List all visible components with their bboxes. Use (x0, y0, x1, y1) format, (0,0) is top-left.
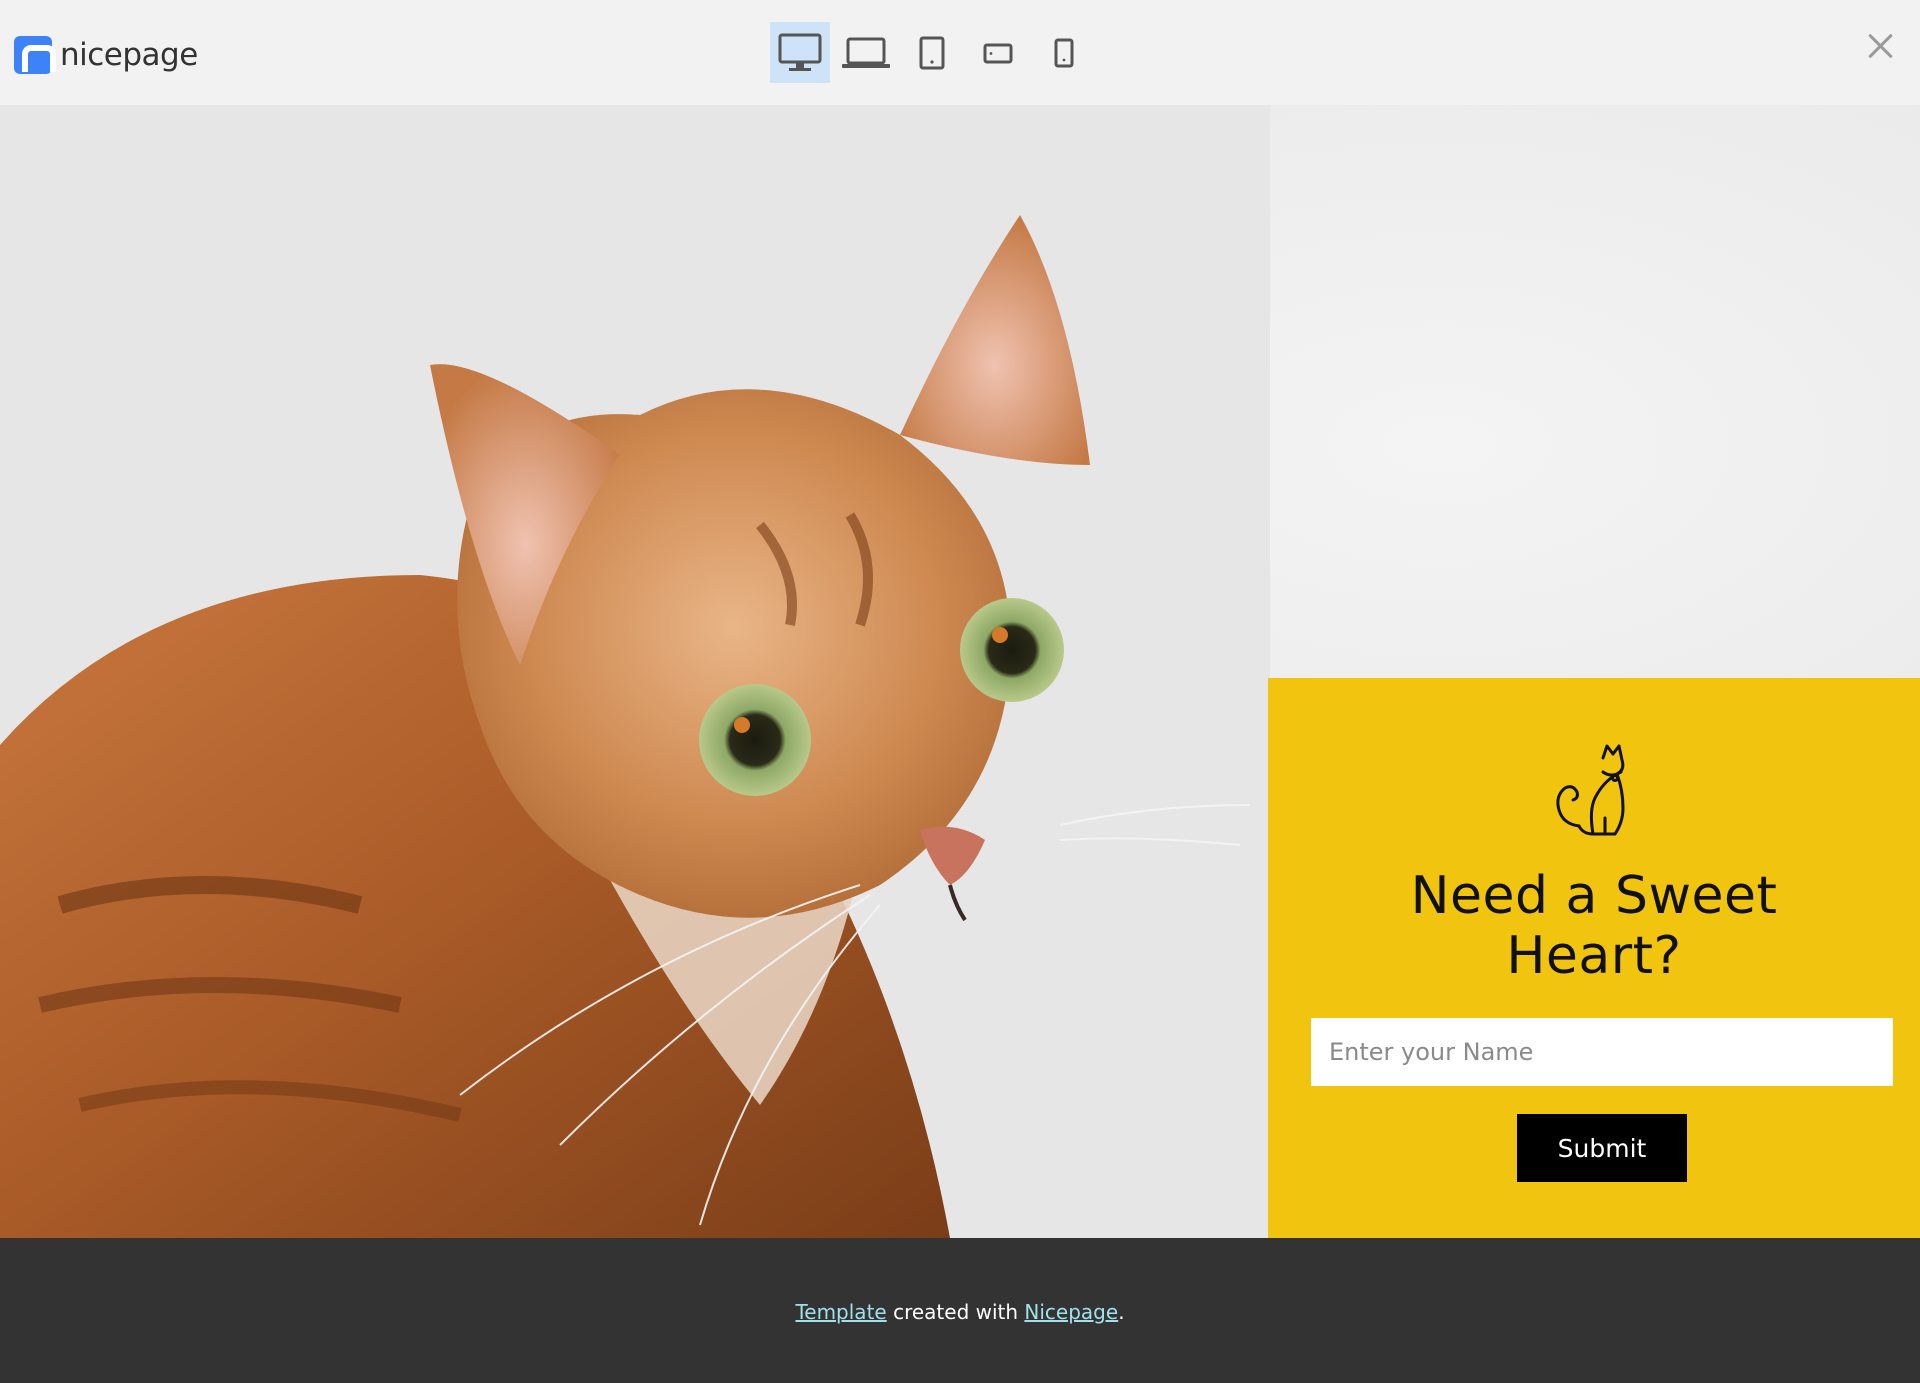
submit-button[interactable]: Submit (1517, 1114, 1687, 1182)
card-title-line-1: Need a Sweet (1410, 866, 1778, 926)
footer-end-text: . (1118, 1300, 1125, 1324)
phone-landscape-view-button[interactable] (968, 22, 1028, 83)
card-title: Need a Sweet Heart? (1268, 866, 1920, 986)
cat-photo (0, 105, 1270, 1238)
laptop-icon (842, 37, 890, 68)
device-switcher (770, 22, 1100, 83)
tablet-portrait-icon (919, 36, 945, 69)
laptop-view-button[interactable] (836, 22, 896, 83)
tablet-view-button[interactable] (902, 22, 962, 83)
cat-icon (1556, 744, 1625, 836)
phone-landscape-icon (983, 43, 1013, 63)
footer-middle-text: created with (886, 1300, 1025, 1324)
hero-section: Need a Sweet Heart? Submit (0, 105, 1920, 1238)
desktop-monitor-icon (778, 33, 822, 71)
template-link[interactable]: Template (795, 1300, 886, 1324)
nicepage-logo[interactable]: nicepage (14, 36, 198, 74)
nicepage-logo-icon (14, 36, 56, 74)
brand-name: nicepage (60, 37, 198, 73)
name-input[interactable] (1311, 1018, 1893, 1086)
footer: Template created with Nicepage. (0, 1238, 1920, 1383)
desktop-view-button[interactable] (770, 22, 830, 83)
preview-toolbar: nicepage (0, 0, 1920, 105)
close-icon[interactable] (1862, 28, 1898, 64)
nicepage-link[interactable]: Nicepage (1024, 1300, 1118, 1324)
footer-credit: Template created with Nicepage. (0, 1300, 1920, 1324)
phone-view-button[interactable] (1034, 22, 1094, 83)
phone-portrait-icon (1054, 38, 1074, 67)
card-title-line-2: Heart? (1506, 926, 1682, 986)
signup-card: Need a Sweet Heart? Submit (1268, 678, 1920, 1238)
